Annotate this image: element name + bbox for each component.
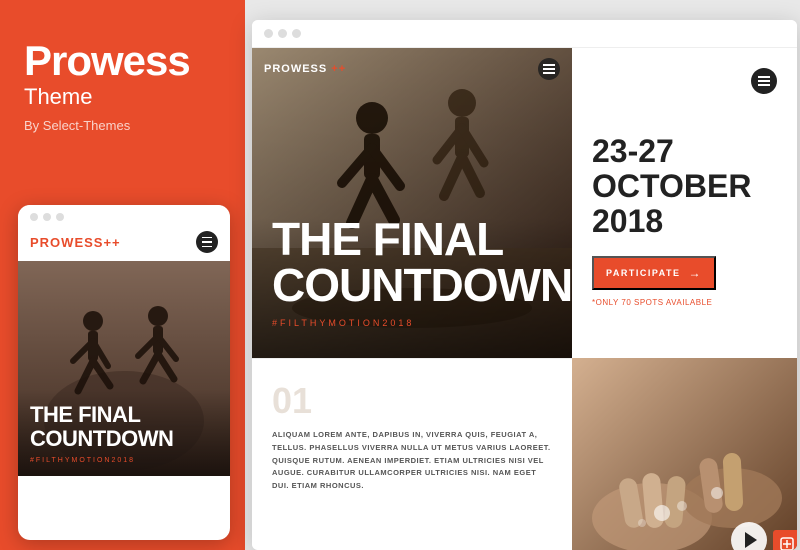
hero-hashtag: #FILTHYMOTION2018: [272, 318, 552, 328]
hero-menu-button[interactable]: [538, 58, 560, 80]
browser-dot-3: [292, 29, 301, 38]
action-icon: [780, 537, 794, 550]
mobile-dot-3: [56, 213, 64, 221]
spots-available-text: *ONLY 70 SPOTS AVAILABLE: [592, 298, 777, 307]
event-date: 23-27 OCTOBER 2018: [592, 134, 777, 240]
text-section: 01 ALIQUAM LOREM ANTE, DAPIBUS IN, VIVER…: [252, 358, 572, 550]
mobile-dot-2: [43, 213, 51, 221]
left-panel: Prowess Theme By Select-Themes PROWESS++: [0, 0, 245, 550]
mobile-hero-title: THE FINAL COUNTDOWN: [30, 403, 218, 451]
browser-content: PROWESS ++ THE FINAL COUNTDOWN #FILTHYMO…: [252, 48, 797, 550]
browser-dot-1: [264, 29, 273, 38]
mobile-nav: PROWESS++: [18, 227, 230, 261]
mobile-menu-icon[interactable]: [196, 231, 218, 253]
participate-arrow-icon: →: [689, 266, 703, 280]
play-button[interactable]: [731, 522, 767, 550]
theme-title: Prowess: [24, 40, 221, 82]
mobile-hero-text: THE FINAL COUNTDOWN #FILTHYMOTION2018: [30, 403, 218, 464]
browser-titlebar: [252, 20, 797, 48]
hamburger-icon: [202, 237, 212, 248]
hero-title: THE FINAL COUNTDOWN: [272, 216, 552, 308]
hero-section: PROWESS ++ THE FINAL COUNTDOWN #FILTHYMO…: [252, 48, 572, 358]
mobile-hero: THE FINAL COUNTDOWN #FILTHYMOTION2018: [18, 261, 230, 476]
bottom-image: [572, 358, 797, 550]
mobile-dots: [18, 205, 230, 227]
red-action-icon[interactable]: [773, 530, 797, 550]
mobile-mockup: PROWESS++: [18, 205, 230, 540]
theme-by: By Select-Themes: [24, 118, 221, 133]
section-number: 01: [272, 383, 552, 419]
hero-logo: PROWESS ++: [264, 63, 346, 75]
bottom-image-section: [572, 358, 797, 550]
browser-dot-2: [278, 29, 287, 38]
participate-button[interactable]: PARTICIPATE →: [592, 256, 716, 290]
hamburger-icon: [543, 64, 555, 74]
mobile-hero-hashtag: #FILTHYMOTION2018: [30, 457, 218, 464]
hero-nav: PROWESS ++: [264, 58, 560, 80]
play-icon: [745, 532, 757, 548]
mobile-dot-1: [30, 213, 38, 221]
section-body-text: ALIQUAM LOREM ANTE, DAPIBUS IN, VIVERRA …: [272, 429, 552, 493]
menu-icon: [758, 76, 770, 86]
mobile-logo: PROWESS++: [30, 235, 121, 250]
theme-subtitle: Theme: [24, 84, 221, 110]
info-section: 23-27 OCTOBER 2018 PARTICIPATE → *ONLY 7…: [572, 48, 797, 358]
menu-icon-right[interactable]: [751, 68, 777, 94]
hero-content: THE FINAL COUNTDOWN #FILTHYMOTION2018: [272, 216, 552, 328]
browser-window: PROWESS ++ THE FINAL COUNTDOWN #FILTHYMO…: [252, 20, 797, 550]
